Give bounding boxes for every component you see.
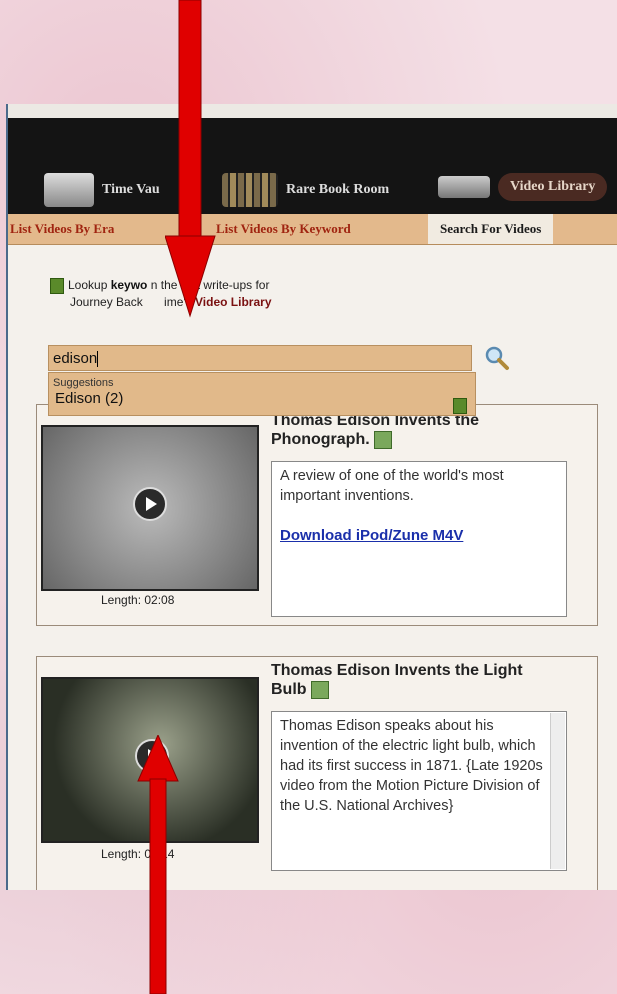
text-caret <box>97 351 99 368</box>
film-icon <box>453 398 467 414</box>
video-title[interactable]: Thomas Edison Invents the Light Bulb <box>271 661 581 699</box>
play-icon[interactable] <box>133 487 167 521</box>
download-icon[interactable] <box>310 680 329 699</box>
video-thumbnail-phonograph[interactable] <box>41 425 259 591</box>
lookup-text-3: Journey Back <box>70 294 147 309</box>
time-vault-icon <box>44 173 94 207</box>
suggestions-dropdown: Suggestions Edison (2) <box>48 372 476 416</box>
camera-icon <box>438 176 490 198</box>
video-title-line2: Bulb <box>271 681 307 698</box>
tab-search-for-videos[interactable]: Search For Videos <box>428 214 554 244</box>
video-card-phonograph: Length: 02:08 Thomas Edison Invents the … <box>36 404 598 626</box>
video-title-line1: Thomas Edison Invents the Light <box>271 662 523 679</box>
suggestion-item[interactable]: Edison (2) <box>49 389 475 407</box>
browser-window: Time Vau Rare Book Room Video Library Li… <box>6 104 617 890</box>
nav-time-vault-label: Time Vau <box>102 182 160 197</box>
video-description-text: A review of one of the world's most impo… <box>280 468 504 504</box>
video-description-text: Thomas Edison speaks about his invention… <box>280 718 543 814</box>
suggestions-header: Suggestions <box>53 377 114 389</box>
nav-rare-book-room[interactable]: Rare Book Room <box>222 173 389 207</box>
search-value: edison <box>53 350 98 367</box>
window-top-strip <box>8 104 617 119</box>
lookup-keyword: keywo <box>110 278 148 292</box>
nav-time-vault[interactable]: Time Vau <box>44 173 160 207</box>
site-header: Time Vau Rare Book Room Video Library <box>8 118 617 214</box>
download-icon[interactable] <box>373 430 392 449</box>
tab-list-by-era[interactable]: List Videos By Era <box>10 221 114 237</box>
search-input[interactable]: edison <box>48 345 472 371</box>
video-title-line2: Phonograph. <box>271 431 370 448</box>
lookup-text: Lookup <box>68 278 111 292</box>
video-description: A review of one of the world's most impo… <box>271 461 567 617</box>
download-m4v-link[interactable]: Download iPod/Zune M4V <box>280 526 558 546</box>
nav-rare-book-room-label: Rare Book Room <box>286 182 390 197</box>
magnifier-icon[interactable] <box>484 345 510 371</box>
film-icon <box>50 277 64 294</box>
video-description: Thomas Edison speaks about his invention… <box>271 711 567 871</box>
description-scrollbar[interactable] <box>550 713 565 869</box>
nav-video-library-label: Video Library <box>498 173 608 201</box>
red-arrow-down-icon <box>165 0 216 318</box>
nav-video-library[interactable]: Video Library <box>438 173 608 201</box>
red-arrow-up-icon <box>137 735 179 994</box>
video-length: Length: 02:08 <box>101 593 175 607</box>
video-title[interactable]: Thomas Edison Invents the Phonograph. <box>271 411 571 449</box>
tab-bar: List Videos By Era List Videos By Keywor… <box>8 214 617 245</box>
video-card-light-bulb: Length: 02:14 Thomas Edison Invents the … <box>36 656 598 890</box>
